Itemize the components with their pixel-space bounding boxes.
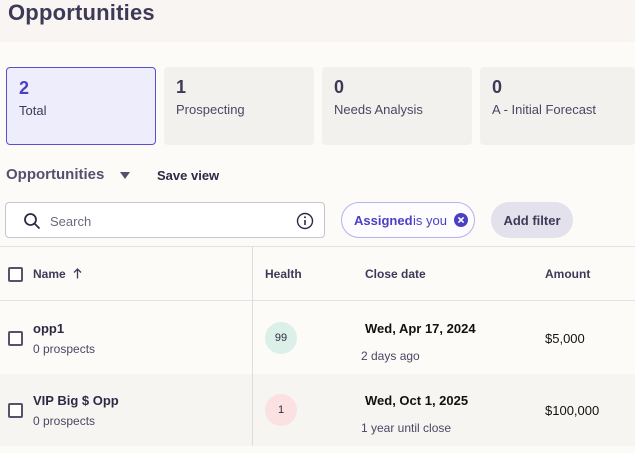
card-label: A - Initial Forecast [492, 102, 597, 117]
filter-chip-field: Assigned [354, 213, 413, 228]
close-date: Wed, Oct 1, 2025 [365, 393, 469, 408]
page-header: Opportunities [0, 0, 635, 42]
view-toolbar: Opportunities Save view [6, 166, 406, 186]
card-count: 0 [492, 77, 503, 97]
summary-card-total[interactable]: 2 Total [6, 67, 156, 145]
add-filter-button[interactable]: Add filter [491, 202, 573, 238]
amount: $100,000 [545, 403, 600, 418]
column-header-close-date[interactable]: Close date [365, 267, 426, 281]
search-input[interactable] [50, 211, 290, 231]
card-label: Needs Analysis [334, 102, 423, 117]
column-header-amount[interactable]: Amount [545, 267, 590, 281]
column-label: Name [33, 267, 66, 281]
table-header: Name Health Close date Amount [0, 246, 635, 301]
column-header-name[interactable]: Name [33, 267, 82, 281]
info-icon[interactable] [296, 212, 314, 230]
card-count: 2 [19, 78, 30, 98]
close-date-relative: 2 days ago [361, 349, 420, 363]
view-selector[interactable]: Opportunities [6, 166, 104, 183]
search-box[interactable] [5, 202, 325, 238]
card-count: 1 [176, 77, 187, 97]
table-row[interactable]: VIP Big $ Opp 0 prospects 1 Wed, Oct 1, … [0, 374, 635, 446]
summary-card-needs-analysis[interactable]: 0 Needs Analysis [322, 67, 472, 145]
column-header-health[interactable]: Health [265, 267, 302, 281]
summary-card-initial-forecast[interactable]: 0 A - Initial Forecast [480, 67, 635, 145]
opportunity-name[interactable]: VIP Big $ Opp [33, 393, 119, 408]
summary-card-prospecting[interactable]: 1 Prospecting [164, 67, 314, 145]
sort-ascending-icon [73, 268, 82, 279]
search-icon [24, 213, 40, 229]
amount: $5,000 [545, 331, 585, 346]
caret-down-icon[interactable] [120, 172, 130, 179]
card-label: Total [19, 103, 47, 118]
save-view-button[interactable]: Save view [157, 168, 219, 183]
close-date-relative: 1 year until close [361, 421, 452, 435]
health-badge: 1 [265, 394, 297, 426]
select-all-checkbox[interactable] [8, 267, 23, 282]
column-divider [252, 246, 253, 446]
prospect-count: 0 prospects [33, 342, 96, 356]
card-label: Prospecting [176, 102, 245, 117]
close-icon[interactable] [454, 213, 468, 227]
row-checkbox[interactable] [8, 331, 23, 346]
opportunity-name[interactable]: opp1 [33, 321, 64, 336]
table-row[interactable]: opp1 0 prospects 99 Wed, Apr 17, 2024 2 … [0, 302, 635, 374]
page-title: Opportunities [8, 0, 155, 25]
prospect-count: 0 prospects [33, 414, 96, 428]
card-count: 0 [334, 77, 345, 97]
row-checkbox[interactable] [8, 403, 23, 418]
close-date: Wed, Apr 17, 2024 [365, 321, 476, 336]
filter-chip-assigned[interactable]: Assigned is you [341, 202, 475, 238]
health-badge: 99 [265, 322, 297, 354]
filter-chip-value: is you [413, 213, 447, 228]
